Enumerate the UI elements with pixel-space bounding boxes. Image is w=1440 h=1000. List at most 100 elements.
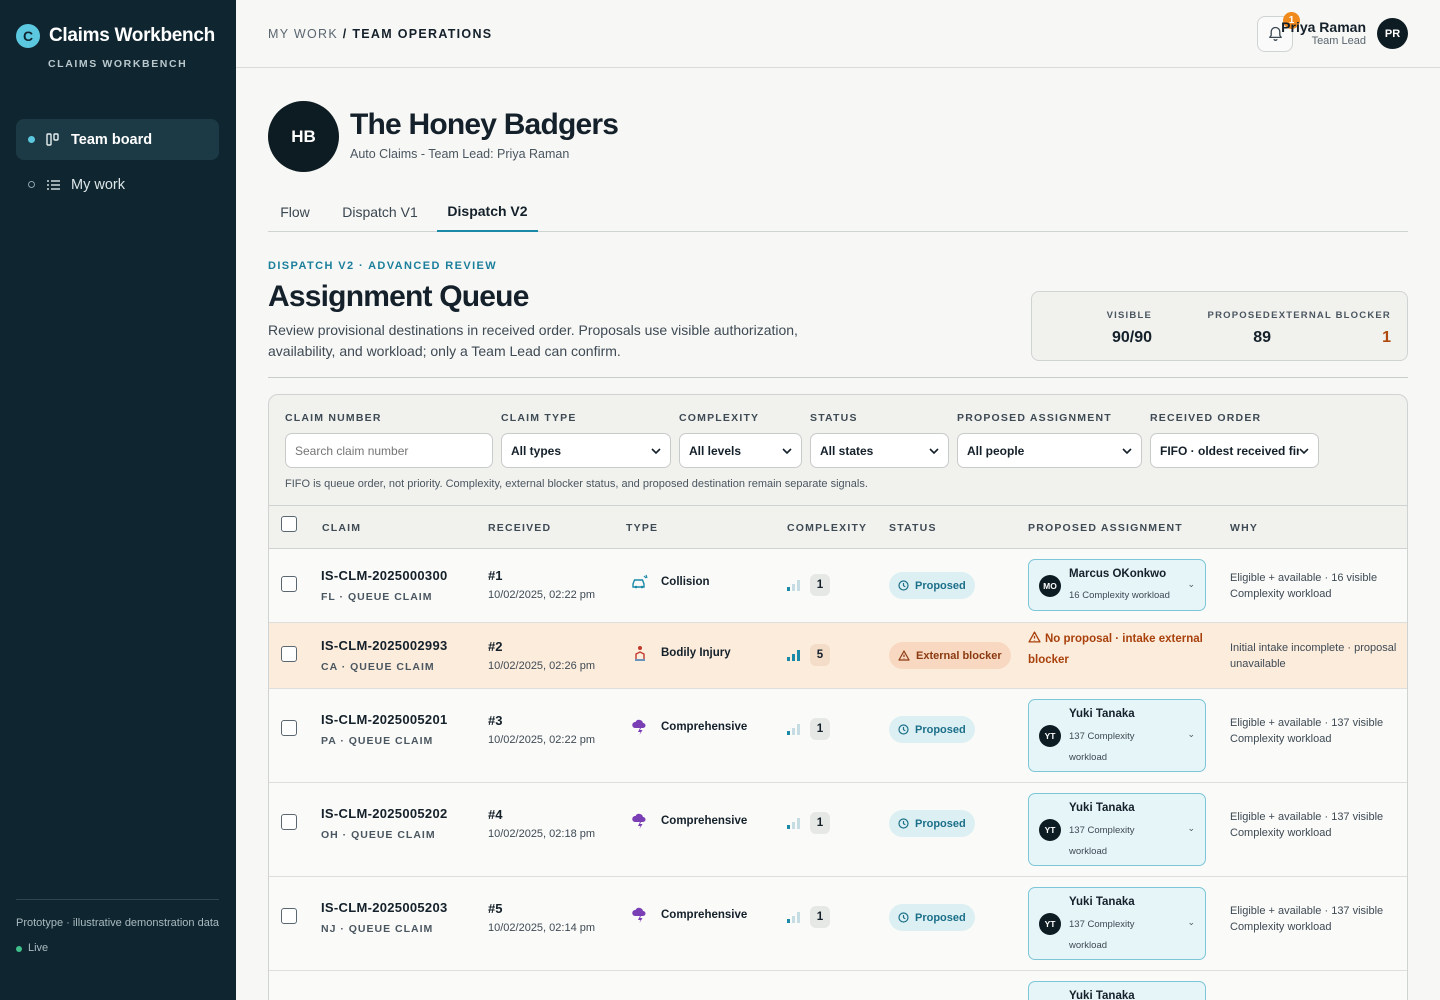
claim-subtitle: PA · QUEUE CLAIM (321, 735, 434, 747)
row-checkbox[interactable] (281, 720, 297, 736)
tab-flow[interactable]: Flow (268, 192, 322, 232)
clock-icon (898, 818, 909, 829)
proposed-assignment-select[interactable]: YT Yuki Tanaka 137 Complexity workload ⌄ (1028, 793, 1206, 866)
storm-icon (632, 719, 646, 735)
assignee-name: Yuki Tanaka (1069, 802, 1135, 814)
proposed-assignment-select[interactable]: All people (957, 433, 1142, 468)
live-status: Live (16, 940, 219, 957)
sidebar-item-team-board[interactable]: Team board (16, 119, 219, 160)
claim-subtitle: CA · QUEUE CLAIM (321, 661, 435, 673)
tab-bar: Flow Dispatch V1 Dispatch V2 (268, 192, 1408, 232)
claim-number[interactable]: IS-CLM-2025005201 (321, 712, 448, 727)
column-header-received[interactable]: RECEIVED (488, 522, 551, 534)
claim-type-select[interactable]: All types (501, 433, 671, 468)
column-header-status[interactable]: STATUS (889, 522, 937, 534)
assignment-queue-panel: CLAIM NUMBER CLAIM TYPE All types COMPLE… (268, 394, 1408, 1000)
row-checkbox[interactable] (281, 576, 297, 592)
status-badge: Proposed (889, 904, 975, 931)
chevron-down-icon: ⌄ (1187, 917, 1195, 927)
proposed-assignment-select[interactable]: MO Marcus OKonkwo 16 Complexity workload… (1028, 559, 1206, 611)
claim-number[interactable]: IS-CLM-2025002993 (321, 638, 448, 653)
claim-number[interactable]: IS-CLM-2025000300 (321, 568, 448, 583)
claim-subtitle: OH · QUEUE CLAIM (321, 829, 436, 841)
clock-icon (898, 580, 909, 591)
column-header-complexity[interactable]: COMPLEXITY (787, 522, 867, 534)
sidebar: C Claims Workbench CLAIMS WORKBENCH Team… (0, 0, 236, 1000)
breadcrumb-separator: / (337, 27, 353, 41)
received-order-number: #2 (488, 639, 503, 654)
chevron-down-icon (1122, 447, 1132, 454)
proposed-assignment-select[interactable]: Yuki Tanaka (1028, 981, 1206, 1000)
complexity-value: 1 (810, 718, 830, 740)
claim-number-search-input[interactable] (285, 433, 493, 468)
chevron-down-icon (1299, 447, 1309, 454)
status-select[interactable]: All states (810, 433, 949, 468)
storm-icon (632, 813, 646, 829)
section-eyebrow: DISPATCH V2 · ADVANCED REVIEW (268, 260, 498, 272)
assignee-workload: 137 Complexity workload (1069, 919, 1135, 951)
claim-number[interactable]: IS-CLM-2025005202 (321, 806, 448, 821)
section-title: Assignment Queue (268, 280, 529, 313)
filter-label: CLAIM NUMBER (285, 412, 382, 424)
table-row[interactable]: IS-CLM-2025000300 FL · QUEUE CLAIM #1 10… (269, 549, 1407, 623)
why-text: Eligible + available · 16 visible Comple… (1230, 572, 1378, 600)
stat-value: 1 (1382, 329, 1391, 346)
why-text: Eligible + available · 137 visible Compl… (1230, 717, 1384, 745)
injury-icon (635, 646, 645, 661)
breadcrumb-root[interactable]: MY WORK (268, 27, 338, 41)
received-order-select[interactable]: FIFO · oldest received fir (1150, 433, 1319, 468)
select-all-checkbox[interactable] (281, 516, 297, 532)
column-header-proposed-assignment[interactable]: PROPOSED ASSIGNMENT (1028, 522, 1183, 534)
avatar: YT (1039, 819, 1061, 841)
status-label: Proposed (915, 579, 966, 592)
row-checkbox[interactable] (281, 646, 297, 662)
assignee-workload: 137 Complexity workload (1069, 825, 1135, 857)
row-checkbox[interactable] (281, 908, 297, 924)
app-subtitle: CLAIMS WORKBENCH (48, 58, 188, 70)
complexity-value: 1 (810, 812, 830, 834)
received-date: 10/02/2025, 02:14 pm (488, 922, 596, 934)
status-badge: Proposed (889, 572, 975, 599)
signal-low-icon (787, 818, 800, 829)
claim-type-label: Comprehensive (661, 721, 748, 733)
column-header-why[interactable]: WHY (1230, 522, 1258, 534)
sidebar-item-label: Team board (71, 131, 153, 148)
table-row[interactable]: IS-CLM-2025005203 NJ · QUEUE CLAIM #5 10… (269, 877, 1407, 971)
complexity-value: 1 (810, 906, 830, 928)
received-date: 10/02/2025, 02:18 pm (488, 828, 596, 840)
storm-icon (632, 907, 646, 923)
table-row[interactable]: IS-CLM-2025005201 PA · QUEUE CLAIM #3 10… (269, 689, 1407, 783)
column-header-claim[interactable]: CLAIM (322, 522, 361, 534)
table-header: CLAIM RECEIVED TYPE COMPLEXITY STATUS PR… (269, 505, 1407, 549)
claim-type: Comprehensive (631, 719, 747, 735)
column-header-type[interactable]: TYPE (626, 522, 658, 534)
row-checkbox[interactable] (281, 814, 297, 830)
filter-label: RECEIVED ORDER (1150, 412, 1262, 424)
tab-dispatch-v2[interactable]: Dispatch V2 (437, 192, 538, 232)
assignee-workload: 16 Complexity workload (1069, 590, 1170, 601)
assignee-name: Yuki Tanaka (1069, 990, 1135, 1000)
stat-value: 90/90 (1111, 329, 1152, 346)
claim-type-label: Comprehensive (661, 815, 748, 827)
claim-type-label: Comprehensive (661, 909, 748, 921)
received-order-number: #3 (488, 713, 503, 728)
claim-type-label: Bodily Injury (661, 647, 731, 659)
user-avatar[interactable]: PR (1377, 18, 1408, 49)
proposed-assignment-select[interactable]: YT Yuki Tanaka 137 Complexity workload ⌄ (1028, 887, 1206, 960)
table-row[interactable]: Yuki Tanaka (269, 971, 1407, 1000)
status-label: Proposed (915, 817, 966, 830)
status-label: External blocker (916, 649, 1002, 662)
assignee-name: Marcus OKonkwo (1069, 568, 1167, 580)
sidebar-item-my-work[interactable]: My work (16, 164, 219, 205)
table-row[interactable]: IS-CLM-2025005202 OH · QUEUE CLAIM #4 10… (269, 783, 1407, 877)
table-row[interactable]: IS-CLM-2025002993 CA · QUEUE CLAIM #2 10… (269, 623, 1407, 689)
received-date: 10/02/2025, 02:26 pm (488, 660, 596, 672)
complexity-select[interactable]: All levels (679, 433, 802, 468)
complexity-value: 1 (810, 574, 830, 596)
status-badge: Proposed (889, 716, 975, 743)
proposed-assignment-select[interactable]: YT Yuki Tanaka 137 Complexity workload ⌄ (1028, 699, 1206, 772)
signal-low-icon (787, 580, 800, 591)
claim-number[interactable]: IS-CLM-2025005203 (321, 900, 448, 915)
filter-label: COMPLEXITY (679, 412, 760, 424)
tab-dispatch-v1[interactable]: Dispatch V1 (330, 192, 430, 232)
